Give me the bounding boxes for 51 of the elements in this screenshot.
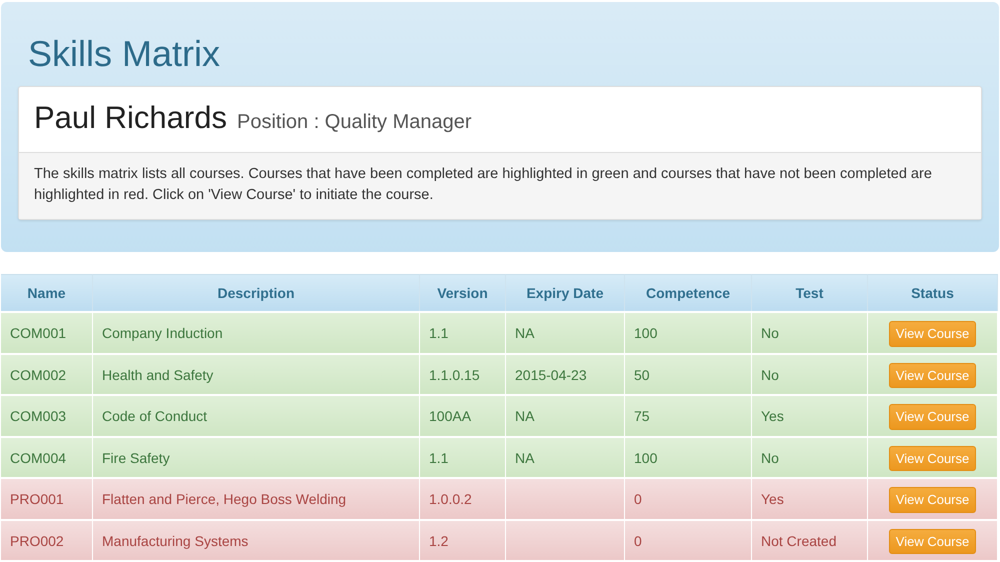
- view-course-button[interactable]: View Course: [888, 321, 976, 346]
- table-cell: 1.0.0.2: [420, 477, 506, 518]
- table-cell: Manufacturing Systems: [93, 518, 420, 560]
- table-cell: 1.1: [420, 436, 506, 477]
- table-cell: NA: [506, 394, 625, 436]
- table-cell: Not Created: [752, 518, 868, 560]
- table-cell: 0: [625, 518, 752, 560]
- table-cell: COM004: [1, 436, 93, 477]
- table-cell: 2015-04-23: [506, 352, 625, 394]
- table-cell: 1.2: [420, 518, 506, 560]
- column-header: Name: [1, 274, 93, 311]
- page-title: Skills Matrix: [28, 32, 222, 76]
- table-cell: Fire Safety: [93, 436, 420, 477]
- table-cell: 1.1.0.15: [420, 352, 506, 394]
- table-cell: 100AA: [420, 394, 506, 436]
- table-cell: 100: [625, 436, 752, 477]
- table-cell: NA: [506, 436, 625, 477]
- table-cell: No: [752, 436, 868, 477]
- table-cell: 75: [625, 394, 752, 436]
- table-cell: COM002: [1, 352, 93, 394]
- table-cell: 1.1: [420, 311, 506, 352]
- table-cell: PRO001: [1, 477, 93, 518]
- column-header: Expiry Date: [506, 274, 625, 311]
- table-cell: PRO002: [1, 518, 93, 560]
- description-text: The skills matrix lists all courses. Courses that have been completed are highlighted in green and courses that have not been completed are highlighted in red. Click on 'View Course' to initiate the course.: [19, 152, 981, 218]
- table-cell: No: [752, 352, 868, 394]
- view-course-button[interactable]: View Course: [888, 487, 976, 512]
- column-header: Description: [93, 274, 420, 311]
- column-header: Test: [752, 274, 868, 311]
- table-cell: Health and Safety: [93, 352, 420, 394]
- view-course-button[interactable]: View Course: [888, 446, 976, 471]
- table-cell: NA: [506, 311, 625, 352]
- view-course-button[interactable]: View Course: [888, 528, 976, 554]
- table-cell: Yes: [752, 394, 868, 436]
- column-header: Competence: [625, 274, 752, 311]
- table-cell: 100: [625, 311, 752, 352]
- table-cell: COM003: [1, 394, 93, 436]
- table-cell: COM001: [1, 311, 93, 352]
- table-cell: 50: [625, 352, 752, 394]
- employee-name: Paul Richards: [34, 99, 227, 137]
- view-course-button[interactable]: View Course: [888, 362, 976, 388]
- position-label: Position : Quality Manager: [236, 110, 472, 135]
- table-cell: No: [752, 311, 868, 352]
- table-cell: Flatten and Pierce, Hego Boss Welding: [93, 477, 420, 518]
- column-header: Version: [420, 274, 506, 311]
- table-cell: Company Induction: [93, 311, 420, 352]
- table-cell: Code of Conduct: [93, 394, 420, 436]
- table-cell: Yes: [752, 477, 868, 518]
- table-cell: 0: [625, 477, 752, 518]
- column-header: Status: [868, 274, 998, 311]
- view-course-button[interactable]: View Course: [888, 404, 976, 430]
